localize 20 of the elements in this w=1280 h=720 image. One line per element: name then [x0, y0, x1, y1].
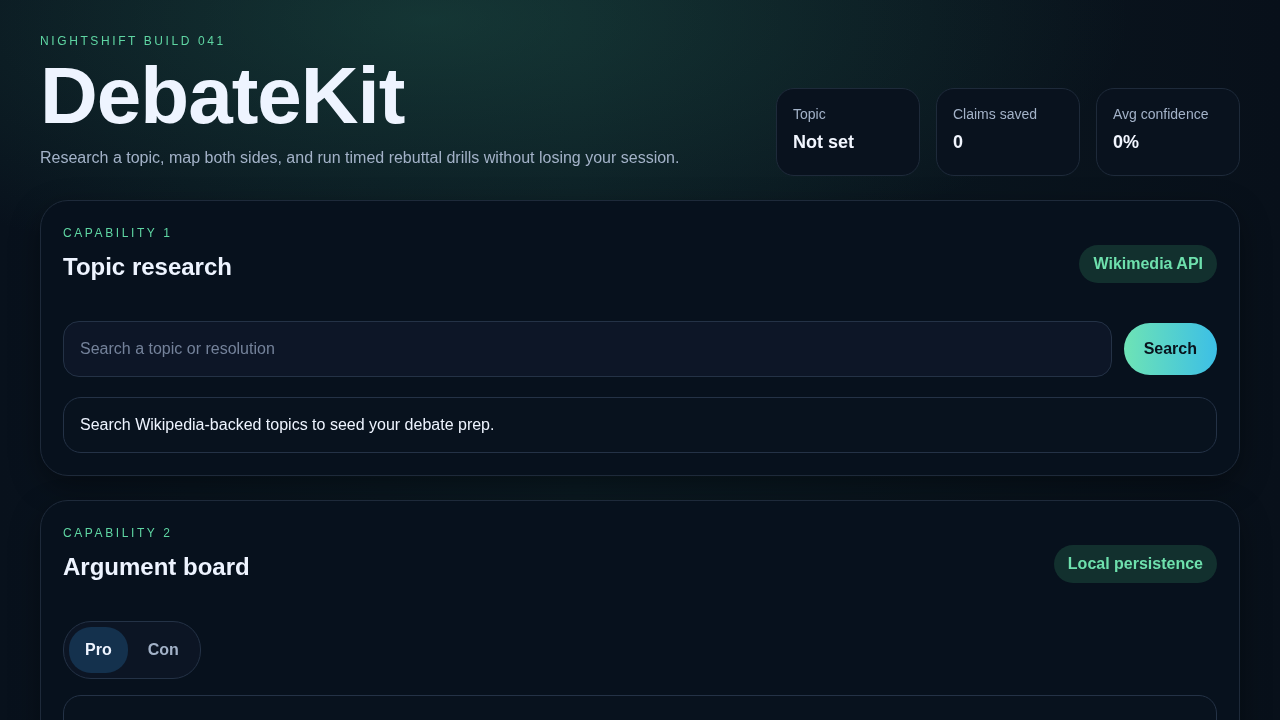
capability-title: Topic research — [63, 252, 232, 282]
status-message: Search Wikipedia-backed topics to seed your debate prep. — [63, 397, 1217, 453]
side-tab[interactable]: Pro — [69, 627, 128, 673]
source-badge: Wikimedia API — [1079, 245, 1217, 283]
build-label: NIGHTSHIFT BUILD 041 — [40, 33, 227, 50]
stat-label: Avg confidence — [1113, 106, 1210, 122]
capability-label: CAPABILITY 2 — [63, 525, 174, 541]
source-badge: Local persistence — [1053, 545, 1217, 583]
side-tab[interactable]: Con — [131, 627, 195, 673]
capability-label: CAPABILITY 1 — [63, 225, 174, 241]
stat-value: Not set — [793, 132, 855, 153]
stat-label: Topic — [793, 106, 827, 122]
app-subtitle: Research a topic, map both sides, and run timed rebuttal drills without losing your session. — [40, 148, 680, 168]
capability-title: Argument board — [63, 552, 250, 582]
app-title: DebateKit — [40, 50, 406, 142]
search-button[interactable]: Search — [1123, 323, 1217, 375]
stat-label: Claims saved — [953, 106, 1039, 122]
stat-value: 0 — [953, 132, 964, 153]
stat-value: 0% — [1113, 132, 1140, 153]
search-field[interactable]: Search a topic or resolution — [63, 321, 1112, 377]
